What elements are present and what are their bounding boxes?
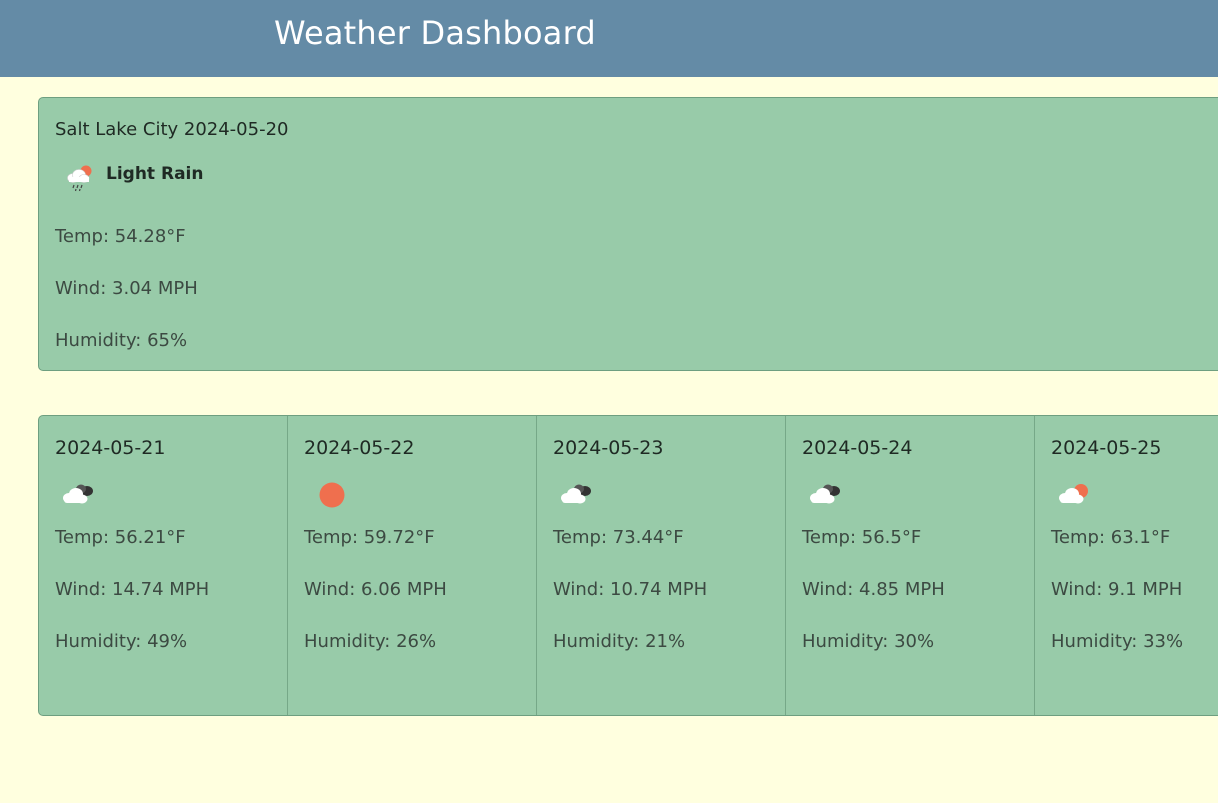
- app-header: Weather Dashboard: [0, 0, 1218, 77]
- forecast-date: 2024-05-25: [1051, 437, 1162, 459]
- current-city-date: Salt Lake City 2024-05-20: [55, 119, 289, 140]
- forecast-day-card: 2024-05-23 Temp: 73.44°F Wind: 10.74 MPH…: [537, 416, 786, 715]
- forecast-date: 2024-05-21: [55, 437, 166, 459]
- five-day-forecast: 2024-05-21 Temp: 56.21°F Wind: 14.74 MPH…: [38, 415, 1218, 716]
- few-clouds-icon: [1059, 484, 1088, 504]
- forecast-wind: Wind: 14.74 MPH: [55, 579, 210, 600]
- forecast-date: 2024-05-22: [304, 437, 415, 459]
- forecast-date: 2024-05-24: [802, 437, 913, 459]
- forecast-wind: Wind: 9.1 MPH: [1051, 579, 1183, 600]
- forecast-temp: Temp: 56.5°F: [802, 527, 922, 548]
- forecast-temp: Temp: 73.44°F: [553, 527, 684, 548]
- forecast-temp: Temp: 56.21°F: [55, 527, 186, 548]
- current-weather-card: Salt Lake City 2024-05-20 Light Rain Tem…: [38, 97, 1218, 371]
- current-temp: Temp: 54.28°F: [55, 226, 186, 247]
- current-wind: Wind: 3.04 MPH: [55, 278, 198, 299]
- forecast-humidity: Humidity: 21%: [553, 631, 686, 652]
- current-condition: Light Rain: [106, 164, 204, 184]
- forecast-wind: Wind: 10.74 MPH: [553, 579, 708, 600]
- forecast-humidity: Humidity: 30%: [802, 631, 935, 652]
- forecast-day-card: 2024-05-25 Temp: 63.1°F Wind: 9.1 MPH Hu…: [1035, 416, 1218, 715]
- clear-sky-icon: [319, 482, 345, 508]
- forecast-day-card: 2024-05-22 Temp: 59.72°F Wind: 6.06 MPH …: [288, 416, 537, 715]
- light-rain-icon: [67, 165, 92, 192]
- forecast-temp: Temp: 59.72°F: [304, 527, 435, 548]
- forecast-humidity: Humidity: 33%: [1051, 631, 1184, 652]
- broken-clouds-icon: [63, 484, 93, 504]
- forecast-date: 2024-05-23: [553, 437, 664, 459]
- broken-clouds-icon: [561, 484, 591, 504]
- forecast-humidity: Humidity: 26%: [304, 631, 437, 652]
- forecast-day-card: 2024-05-21 Temp: 56.21°F Wind: 14.74 MPH…: [39, 416, 288, 715]
- page-title: Weather Dashboard: [274, 14, 596, 52]
- forecast-temp: Temp: 63.1°F: [1051, 527, 1171, 548]
- broken-clouds-icon: [810, 484, 840, 504]
- forecast-wind: Wind: 6.06 MPH: [304, 579, 447, 600]
- forecast-humidity: Humidity: 49%: [55, 631, 188, 652]
- forecast-day-card: 2024-05-24 Temp: 56.5°F Wind: 4.85 MPH H…: [786, 416, 1035, 715]
- forecast-wind: Wind: 4.85 MPH: [802, 579, 945, 600]
- current-humidity: Humidity: 65%: [55, 330, 188, 351]
